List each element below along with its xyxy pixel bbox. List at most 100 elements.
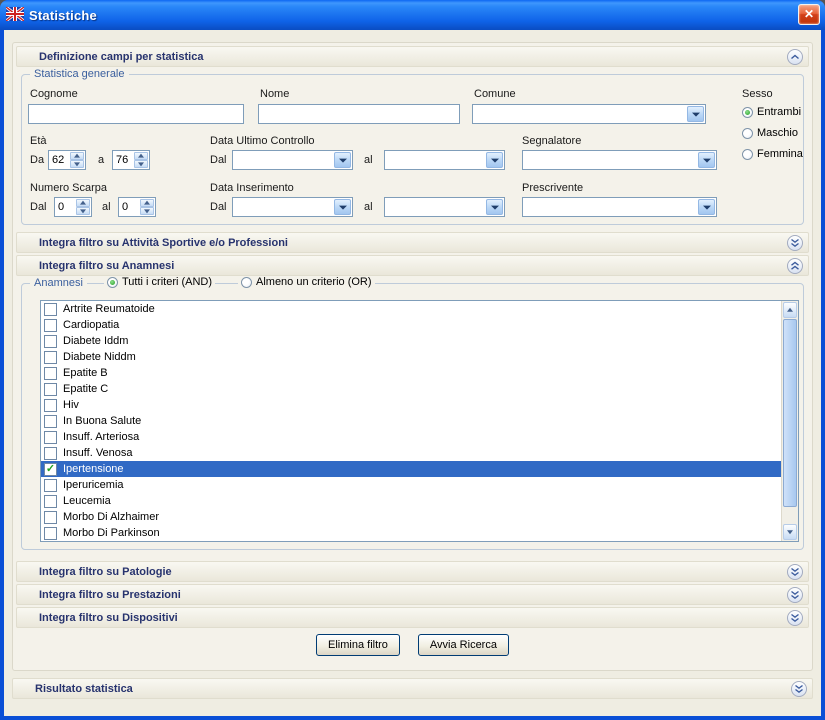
combo-value [385,198,485,216]
dropdown-icon[interactable] [334,152,351,168]
expand-button[interactable] [787,587,803,603]
scarpa-dal-spinner[interactable]: 0 [54,197,92,217]
scroll-up-icon[interactable] [783,302,797,318]
dropdown-icon[interactable] [486,199,503,215]
spin-down-icon[interactable] [140,207,154,215]
spin-down-icon[interactable] [76,207,90,215]
scroll-down-icon[interactable] [783,524,797,540]
section-dispositivi[interactable]: Integra filtro su Dispositivi [16,607,809,628]
eta-da-spinner[interactable]: 62 [48,150,86,170]
dropdown-icon[interactable] [698,152,715,168]
radio-entrambi[interactable]: Entrambi [742,106,801,118]
statistiche-window: Statistiche ✕ Definizione campi per stat… [0,0,825,720]
list-item[interactable]: Morbo Di Parkinson [41,525,781,541]
list-item[interactable]: Leucemia [41,493,781,509]
dropdown-icon[interactable] [486,152,503,168]
checkbox-icon[interactable] [44,383,57,396]
scarpa-al-value: 0 [119,198,140,216]
al-label: al [364,201,373,213]
radio-criteri-or[interactable]: Almeno un criterio (OR) [238,276,375,288]
checkbox-icon[interactable] [44,335,57,348]
scrollbar-thumb[interactable] [783,319,797,507]
collapse-button[interactable] [787,258,803,274]
radio-maschio[interactable]: Maschio [742,127,798,139]
double-chevron-down-icon [790,613,800,623]
segnalatore-combo[interactable] [522,150,717,170]
elimina-filtro-button[interactable]: Elimina filtro [316,634,400,656]
list-item[interactable]: Artrite Reumatoide [41,301,781,317]
list-item[interactable]: Morbo Di Alzhaimer [41,509,781,525]
inserimento-dal-combo[interactable] [232,197,353,217]
spin-up-icon[interactable] [140,199,154,207]
spin-up-icon[interactable] [70,152,84,160]
expand-button[interactable] [791,681,807,697]
spin-up-icon[interactable] [76,199,90,207]
checkbox-icon[interactable] [44,447,57,460]
section-dispositivi-label: Integra filtro su Dispositivi [17,612,178,624]
close-icon[interactable]: ✕ [798,4,820,25]
cognome-input[interactable] [28,104,244,124]
list-item-label: Diabete Niddm [63,351,136,363]
checkbox-icon[interactable] [44,303,57,316]
checkbox-icon[interactable] [44,527,57,540]
scrollbar[interactable] [781,301,798,541]
list-item[interactable]: Epatite B [41,365,781,381]
inserimento-al-combo[interactable] [384,197,505,217]
ultimo-controllo-dal-combo[interactable] [232,150,353,170]
spin-down-icon[interactable] [70,160,84,168]
dropdown-icon[interactable] [334,199,351,215]
ultimo-controllo-al-combo[interactable] [384,150,505,170]
checkbox-icon[interactable] [44,495,57,508]
checkbox-icon[interactable] [44,479,57,492]
checkbox-icon[interactable] [44,399,57,412]
section-risultato[interactable]: Risultato statistica [12,678,813,699]
comune-combo[interactable] [472,104,706,124]
nome-input[interactable] [258,104,460,124]
collapse-button[interactable] [787,49,803,65]
list-item[interactable]: ✓ Ipertensione [41,461,781,477]
section-patologie[interactable]: Integra filtro su Patologie [16,561,809,582]
checkbox-checked-icon[interactable]: ✓ [44,463,57,476]
list-item[interactable]: Iperuricemia [41,477,781,493]
list-item-label: Insuff. Arteriosa [63,431,139,443]
checkbox-icon[interactable] [44,319,57,332]
expand-button[interactable] [787,564,803,580]
radio-criteri-and[interactable]: Tutti i criteri (AND) [104,276,215,288]
checkbox-icon[interactable] [44,351,57,364]
avvia-ricerca-button[interactable]: Avvia Ricerca [418,634,509,656]
list-item[interactable]: Epatite C [41,381,781,397]
dropdown-icon[interactable] [687,106,704,122]
list-item-label: Iperuricemia [63,479,124,491]
list-item[interactable]: Hiv [41,397,781,413]
client-area: Definizione campi per statistica Statist… [4,30,821,716]
list-item[interactable]: Diabete Iddm [41,333,781,349]
list-item-label: Ipertensione [63,463,124,475]
double-chevron-up-icon [790,261,800,271]
checkbox-icon[interactable] [44,367,57,380]
section-prestazioni[interactable]: Integra filtro su Prestazioni [16,584,809,605]
list-item[interactable]: In Buona Salute [41,413,781,429]
section-definizione[interactable]: Definizione campi per statistica [16,46,809,67]
list-item[interactable]: Diabete Niddm [41,349,781,365]
radio-femmina[interactable]: Femmina [742,148,803,160]
section-anamnesi[interactable]: Integra filtro su Anamnesi [16,255,809,276]
checkbox-icon[interactable] [44,431,57,444]
dropdown-icon[interactable] [698,199,715,215]
scarpa-al-spinner[interactable]: 0 [118,197,156,217]
list-item[interactable]: Cardiopatia [41,317,781,333]
list-item[interactable]: Insuff. Arteriosa [41,429,781,445]
double-chevron-down-icon [790,238,800,248]
checkbox-icon[interactable] [44,415,57,428]
spin-up-icon[interactable] [134,152,148,160]
list-item[interactable]: Insuff. Venosa [41,445,781,461]
checkbox-icon[interactable] [44,511,57,524]
eta-a-spinner[interactable]: 76 [112,150,150,170]
spin-down-icon[interactable] [134,160,148,168]
expand-button[interactable] [787,610,803,626]
anamnesi-list[interactable]: Artrite ReumatoideCardiopatiaDiabete Idd… [40,300,799,542]
prescrivente-combo[interactable] [522,197,717,217]
numero-scarpa-label: Numero Scarpa [30,182,107,194]
expand-button[interactable] [787,235,803,251]
section-attivita[interactable]: Integra filtro su Attività Sportive e/o … [16,232,809,253]
comune-combo-value [473,105,686,123]
